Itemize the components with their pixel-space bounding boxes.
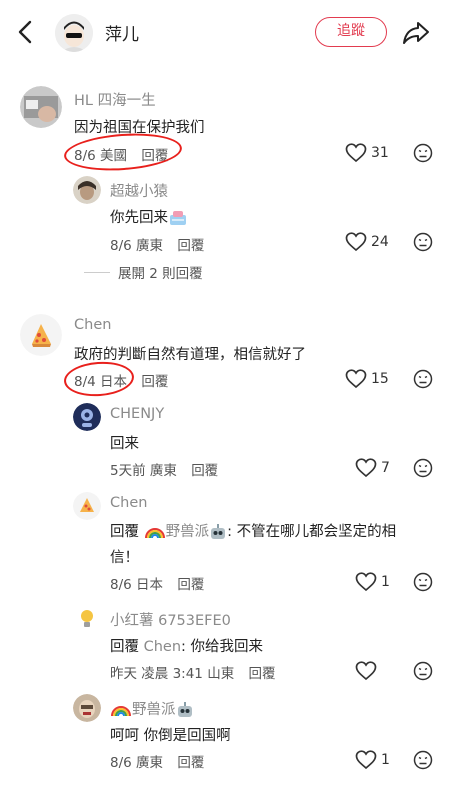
heart-icon bbox=[355, 458, 377, 478]
reply-text: 呵呵 你倒是回国啊 bbox=[110, 728, 231, 744]
robot-emoji-icon bbox=[177, 702, 192, 717]
like-count: 7 bbox=[381, 460, 390, 476]
reply-text: 回覆 Chen: 你给我回来 bbox=[110, 635, 263, 656]
stamp-emoji-icon bbox=[170, 211, 186, 225]
reply-prefix: 回覆 bbox=[110, 639, 139, 655]
reply-meta: 5天前 廣東 回覆 bbox=[110, 459, 218, 479]
reply-date: 昨天 凌晨 3:41 bbox=[110, 666, 203, 682]
dislike-face-icon[interactable] bbox=[413, 661, 433, 681]
share-icon[interactable] bbox=[401, 18, 431, 46]
like-button[interactable]: 7 bbox=[355, 457, 390, 479]
reply-button[interactable]: 回覆 bbox=[191, 463, 218, 479]
reply-button[interactable]: 回覆 bbox=[249, 666, 276, 682]
reply-text-line2: 信！ bbox=[110, 550, 139, 566]
reply-date: 8/6 bbox=[110, 238, 132, 254]
dislike-face-icon[interactable] bbox=[413, 750, 433, 770]
reply-button[interactable]: 回覆 bbox=[177, 577, 204, 593]
expand-divider bbox=[84, 271, 110, 273]
annotation-circle bbox=[62, 359, 136, 399]
reply-location: 廣東 bbox=[136, 238, 164, 254]
follow-button[interactable]: 追蹤 bbox=[315, 17, 387, 47]
user-avatar[interactable] bbox=[55, 14, 93, 52]
back-arrow-icon[interactable] bbox=[14, 18, 38, 46]
reply-meta: 昨天 凌晨 3:41 山東 回覆 bbox=[110, 662, 276, 682]
reply-meta: 8/6 廣東 回覆 bbox=[110, 234, 204, 254]
like-count: 15 bbox=[371, 371, 389, 387]
reply-author[interactable]: 小红薯 6753EFE0 bbox=[110, 609, 231, 630]
like-count: 1 bbox=[381, 574, 390, 590]
reply-avatar[interactable] bbox=[73, 605, 101, 633]
like-button[interactable] bbox=[355, 660, 381, 682]
dislike-face-icon[interactable] bbox=[413, 232, 433, 252]
reply-avatar[interactable] bbox=[73, 694, 101, 722]
like-count: 24 bbox=[371, 234, 389, 250]
reply-author[interactable]: 野兽派 bbox=[110, 698, 194, 719]
heart-icon bbox=[345, 232, 367, 252]
reply-button[interactable]: 回覆 bbox=[141, 374, 168, 390]
dislike-face-icon[interactable] bbox=[413, 458, 433, 478]
reply-text: 你先回来 bbox=[110, 206, 188, 227]
comment-avatar[interactable] bbox=[20, 314, 62, 356]
heart-icon bbox=[355, 750, 377, 770]
reply-location: 廣東 bbox=[136, 755, 164, 771]
reply-avatar[interactable] bbox=[73, 176, 101, 204]
mention-link[interactable]: 野兽派 bbox=[166, 524, 210, 540]
like-button[interactable]: 31 bbox=[345, 142, 389, 164]
like-button[interactable]: 15 bbox=[345, 368, 389, 390]
reply-date: 8/6 bbox=[110, 577, 132, 593]
heart-icon bbox=[355, 572, 377, 592]
comment-text: 政府的判斷自然有道理，相信就好了 bbox=[74, 347, 306, 363]
reply-text: 回来 bbox=[110, 436, 139, 452]
reply-date: 8/6 bbox=[110, 755, 132, 771]
reply-location: 日本 bbox=[136, 577, 164, 593]
reply-text: 回覆 野兽派 : 不管在哪儿都会坚定的相 bbox=[110, 520, 396, 541]
reply-meta: 8/6 廣東 回覆 bbox=[110, 751, 204, 771]
reply-button[interactable]: 回覆 bbox=[177, 238, 204, 254]
comment-author[interactable]: HL 四海一生 bbox=[74, 89, 156, 110]
reply-avatar[interactable] bbox=[73, 403, 101, 431]
like-button[interactable]: 24 bbox=[345, 231, 389, 253]
dislike-face-icon[interactable] bbox=[413, 572, 433, 592]
dislike-face-icon[interactable] bbox=[413, 369, 433, 389]
reply-meta: 8/6 日本 回覆 bbox=[110, 573, 204, 593]
heart-icon bbox=[355, 661, 377, 681]
robot-emoji-icon bbox=[211, 524, 226, 539]
top-bar: 萍儿 追蹤 bbox=[0, 0, 449, 66]
reply-prefix: 回覆 bbox=[110, 524, 139, 540]
reply-location: 廣東 bbox=[149, 463, 177, 479]
reply-author-name: 野兽派 bbox=[132, 702, 176, 718]
reply-button[interactable]: 回覆 bbox=[177, 755, 204, 771]
like-count: 1 bbox=[381, 752, 390, 768]
expand-replies-label: 展開 2 則回覆 bbox=[118, 266, 203, 282]
comment-author[interactable]: Chen bbox=[74, 317, 111, 333]
reply-avatar[interactable] bbox=[73, 492, 101, 520]
reply-text-content: : 不管在哪儿都会坚定的相 bbox=[227, 524, 397, 540]
reply-date: 5天前 bbox=[110, 463, 146, 479]
rainbow-emoji-icon bbox=[144, 528, 165, 539]
reply-author[interactable]: Chen bbox=[110, 495, 147, 511]
like-button[interactable]: 1 bbox=[355, 749, 390, 771]
reply-author[interactable]: CHENJY bbox=[110, 406, 164, 422]
like-count: 31 bbox=[371, 145, 389, 161]
reply-location: 山東 bbox=[207, 666, 235, 682]
dislike-face-icon[interactable] bbox=[413, 143, 433, 163]
expand-replies-button[interactable]: 展開 2 則回覆 bbox=[84, 262, 203, 282]
heart-icon bbox=[345, 143, 367, 163]
mention-link[interactable]: Chen bbox=[144, 639, 181, 655]
like-button[interactable]: 1 bbox=[355, 571, 390, 593]
reply-text-content: 你先回来 bbox=[110, 210, 168, 226]
reply-text-content: : 你给我回来 bbox=[181, 639, 264, 655]
heart-icon bbox=[345, 369, 367, 389]
rainbow-emoji-icon bbox=[111, 706, 131, 717]
page-title: 萍儿 bbox=[105, 25, 139, 45]
reply-author[interactable]: 超越小猿 bbox=[110, 180, 168, 201]
comment-avatar[interactable] bbox=[20, 86, 62, 128]
